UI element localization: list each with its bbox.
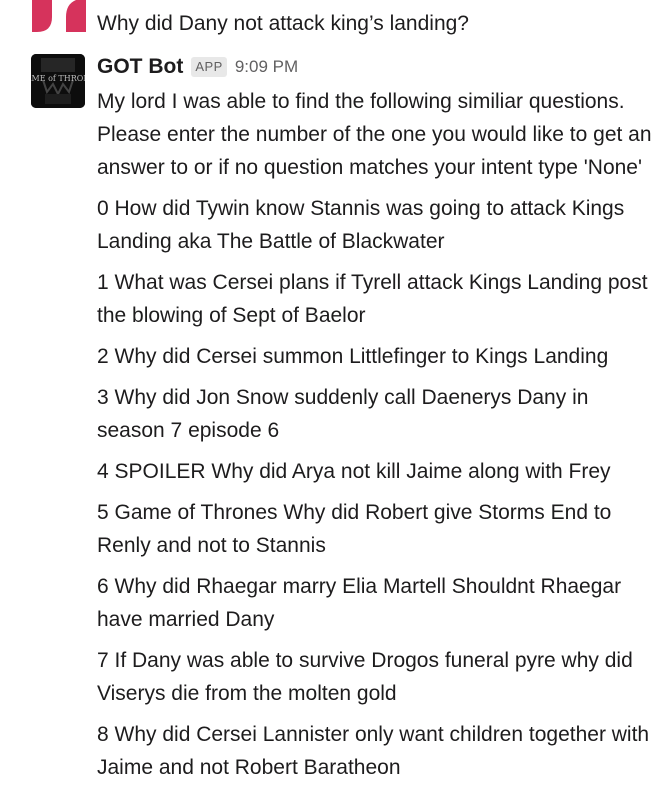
bot-intro-text: My lord I was able to find the following… bbox=[97, 90, 652, 179]
user-avatar[interactable] bbox=[32, 0, 86, 32]
user-message: Why did Dany not attack king’s landing? bbox=[0, 0, 660, 44]
question-item: 5 Game of Thrones Why did Robert give St… bbox=[97, 501, 612, 557]
got-logo-image: AME of THRON bbox=[31, 54, 85, 108]
question-item: 7 If Dany was able to survive Drogos fun… bbox=[97, 649, 633, 705]
question-item: 3 Why did Jon Snow suddenly call Daenery… bbox=[97, 386, 589, 442]
message-timestamp[interactable]: 9:09 PM bbox=[235, 57, 298, 77]
bot-avatar[interactable]: AME of THRON bbox=[31, 54, 85, 108]
avatar-logo-text: AME of THRON bbox=[31, 74, 85, 83]
question-item: 8 Why did Cersei Lannister only want chi… bbox=[97, 723, 650, 779]
bot-sender-name[interactable]: GOT Bot bbox=[97, 55, 183, 79]
bot-message-body: My lord I was able to find the following… bbox=[97, 85, 652, 784]
user-message-text: Why did Dany not attack king’s landing? bbox=[97, 12, 469, 35]
question-item: 4 SPOILER Why did Arya not kill Jaime al… bbox=[97, 460, 611, 483]
question-item: 1 What was Cersei plans if Tyrell attack… bbox=[97, 271, 648, 327]
app-badge: APP bbox=[191, 57, 227, 77]
question-item: 6 Why did Rhaegar marry Elia Martell Sho… bbox=[97, 575, 622, 631]
bot-message-header: GOT Bot APP 9:09 PM bbox=[97, 52, 298, 82]
question-item: 2 Why did Cersei summon Littlefinger to … bbox=[97, 345, 609, 368]
question-item: 0 How did Tywin know Stannis was going t… bbox=[97, 197, 625, 253]
